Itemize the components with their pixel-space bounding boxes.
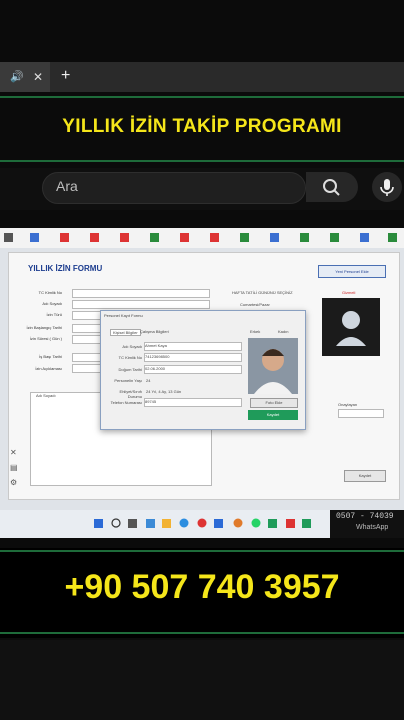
week-option-label[interactable]: Cumartesi/Pazar xyxy=(240,302,270,307)
week-section-label: HAFTA TATİLİ GÜNÜNÜ SEÇİNİZ xyxy=(232,290,293,295)
photo-add-button[interactable]: Foto Ekle xyxy=(250,398,298,408)
dialog-save-button[interactable]: Kaydet xyxy=(248,410,298,420)
doc-icon[interactable]: ▤ xyxy=(10,463,18,472)
mic-icon xyxy=(380,179,394,196)
dialog-name-select[interactable]: Ahmet Kaya xyxy=(144,342,242,351)
gender-male[interactable]: Erkek xyxy=(250,329,260,334)
search-icon xyxy=(323,179,340,196)
label-duration: İzin Süresi ( Gün ) xyxy=(29,336,62,341)
person-photo-icon xyxy=(248,338,298,394)
dialog-phone-input[interactable]: 89745 xyxy=(144,398,242,407)
name-select[interactable] xyxy=(72,300,210,309)
dialog-label-phone: Telefon Numarası xyxy=(110,400,142,405)
search-button[interactable] xyxy=(306,172,358,202)
label-start-date: İzin Başlangıç Tarihi xyxy=(26,325,63,330)
close-icon[interactable]: ✕ xyxy=(10,448,17,457)
approver-select[interactable] xyxy=(338,409,384,418)
hide-label: Gizmeli xyxy=(342,290,356,295)
whatsapp-label: WhatsApp xyxy=(356,524,389,531)
phone-bottom-border xyxy=(0,632,404,634)
dialog-age-value: 24 xyxy=(146,378,151,383)
dialog-label-age: Personelin Yaşı xyxy=(114,378,142,383)
gear-icon[interactable]: ⚙ xyxy=(10,478,17,487)
dialog-tc-input[interactable]: 74123698500 xyxy=(144,353,242,362)
gender-female[interactable]: Kadın xyxy=(278,329,288,334)
new-personnel-button[interactable]: Yeni Personel Ekle xyxy=(318,265,386,278)
new-tab-button[interactable]: + xyxy=(61,67,70,85)
label-return-date: İş Başı Tarihi xyxy=(39,354,62,359)
dialog-label-birth: Doğum Tarihi xyxy=(118,367,143,372)
dialog-seniority-value: 24 Yıl, 4 Ay, 13 Gün xyxy=(146,389,182,394)
dialog-save-label: Kaydet xyxy=(266,412,280,417)
new-personnel-label: Yeni Personel Ekle xyxy=(335,269,369,274)
phone-top-border xyxy=(0,550,404,552)
tab-personal[interactable]: Kişisel Bilgiler xyxy=(110,329,141,336)
dialog-label-tc: TC Kimlik No xyxy=(118,355,142,360)
label-name: Adı Soyadı xyxy=(42,301,62,306)
photo-add-label: Foto Ekle xyxy=(265,400,283,405)
desktop-icon-bar xyxy=(0,228,404,248)
search-input[interactable] xyxy=(42,172,306,204)
form-save-button[interactable]: Kaydet xyxy=(344,470,386,482)
tab-close-icon[interactable]: ✕ xyxy=(33,70,43,84)
label-description: İzin Açıklaması xyxy=(35,366,62,371)
label-tc: TC Kimlik No xyxy=(38,290,62,295)
form-title: YILLIK İZİN FORMU xyxy=(28,264,103,273)
whatsapp-badge: 0507 - 74039 WhatsApp xyxy=(330,510,404,538)
personnel-photo xyxy=(248,338,298,394)
banner-bottom-border xyxy=(0,160,404,162)
taskbar-icons xyxy=(94,518,311,528)
dialog-label-seniority: Ehliyet/Sınıfı Durumu xyxy=(119,389,142,399)
tab-work[interactable]: Çalışma Bilgileri xyxy=(138,329,171,334)
mic-button[interactable] xyxy=(372,172,402,202)
tc-input[interactable] xyxy=(72,289,210,298)
label-leave-type: İzin Türü xyxy=(46,312,63,317)
photo-preview xyxy=(322,298,380,356)
user-avatar-icon xyxy=(336,311,366,346)
whatsapp-number: 0507 - 74039 xyxy=(336,512,394,521)
banner-top-border xyxy=(0,96,404,98)
desktop-icons xyxy=(4,233,397,242)
bottom-area xyxy=(0,640,404,720)
banner-title: YILLIK İZİN TAKİP PROGRAMI xyxy=(62,116,342,137)
dialog-title: Personel Kayıt Formu xyxy=(104,313,143,318)
approver-label: Onaylayan xyxy=(338,402,358,407)
search-placeholder: Ara xyxy=(56,178,78,194)
dialog-label-name: Adı Soyadı xyxy=(122,344,142,349)
list-header: Adı Soyadı xyxy=(36,393,56,398)
speaker-icon[interactable]: 🔊 xyxy=(10,70,24,83)
phone-number: +90 507 740 3957 xyxy=(64,568,340,606)
dialog-birth-input[interactable]: 02.06.2000 xyxy=(144,365,242,374)
form-save-label: Kaydet xyxy=(358,473,372,478)
